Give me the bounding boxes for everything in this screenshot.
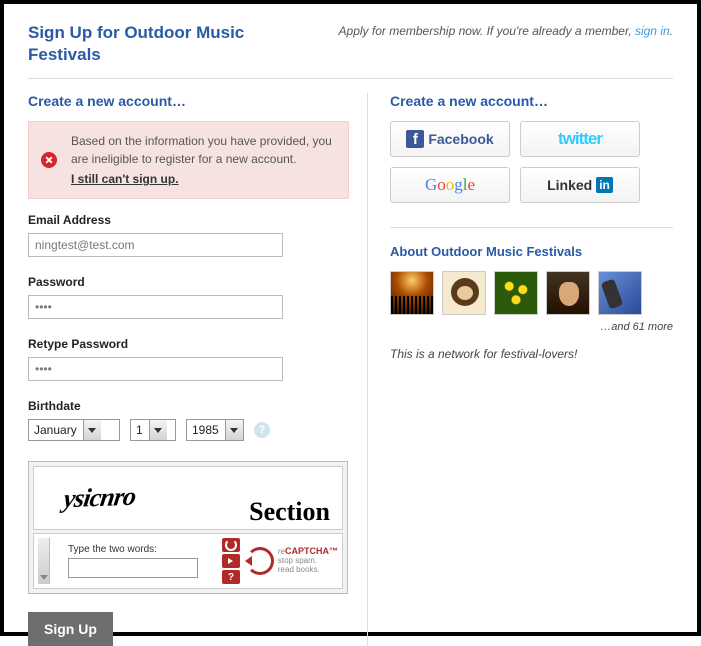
birthdate-label: Birthdate [28,399,349,413]
captcha-controls: Type the two words: reCAPTCHA™ stop spam… [33,533,343,589]
linkedin-icon: in [596,177,613,193]
apply-tail: . [670,24,673,38]
recaptcha-brand: CAPTCHA™ [285,546,338,556]
error-message-text: Based on the information you have provid… [71,132,336,168]
captcha-hint: Type the two words: [54,544,216,555]
captcha-input-area: Type the two words: [54,544,216,578]
retype-password-field[interactable] [28,357,283,381]
help-icon[interactable]: ? [254,422,270,438]
birth-day-select[interactable]: 1 [130,419,176,441]
twitter-label: twitter [558,129,602,149]
captcha-help-icon[interactable] [222,570,240,584]
password-field[interactable] [28,295,283,319]
birth-year-select[interactable]: 1985 [186,419,244,441]
birth-month-select[interactable]: January [28,419,120,441]
main-columns: Create a new account… Based on the infor… [28,93,673,646]
sign-in-link[interactable]: sign in [635,24,670,38]
header-membership-note: Apply for membership now. If you're alre… [339,24,673,38]
info-column: Create a new account… f Facebook twitter… [390,93,673,646]
birth-month-value: January [34,423,83,437]
recaptcha-logo-text: reCAPTCHA™ stop spam. read books. [278,547,338,574]
create-account-heading: Create a new account… [28,93,349,109]
error-icon [41,152,57,168]
recaptcha-ring-icon [246,547,274,575]
sign-up-button[interactable]: Sign Up [28,612,113,646]
recaptcha-prefix: re [278,547,285,556]
captcha-widget: ysicnro Section Type the two words: [28,461,348,594]
form-column: Create a new account… Based on the infor… [28,93,368,646]
captcha-image: ysicnro Section [33,466,343,530]
facebook-label: Facebook [428,131,493,147]
about-heading: About Outdoor Music Festivals [390,244,673,259]
retype-password-label: Retype Password [28,337,349,351]
error-message-box: Based on the information you have provid… [28,121,349,199]
password-label: Password [28,275,349,289]
more-members-text: …and 61 more [390,321,673,333]
captcha-drag-handle[interactable] [38,538,50,584]
captcha-input[interactable] [68,558,198,578]
facebook-icon: f [406,130,424,148]
captcha-refresh-icon[interactable] [222,538,240,552]
member-thumbnail[interactable] [390,271,434,315]
page-header: Sign Up for Outdoor Music Festivals Appl… [28,22,673,79]
member-thumbnail[interactable] [598,271,642,315]
error-help-link[interactable]: I still can't sign up. [71,170,179,188]
member-thumbnail[interactable] [442,271,486,315]
captcha-word-1: ysicnro [62,482,138,514]
birthdate-row: January 1 1985 ? [28,419,349,441]
email-label: Email Address [28,213,349,227]
linkedin-login-button[interactable]: Linked in [520,167,640,203]
social-login-grid: f Facebook twitter Google Linked in [390,121,673,203]
chevron-down-icon [149,420,167,440]
page-title: Sign Up for Outdoor Music Festivals [28,22,288,66]
recaptcha-sub2: read books. [278,566,338,575]
about-description: This is a network for festival-lovers! [390,347,673,361]
chevron-down-icon [225,420,243,440]
twitter-login-button[interactable]: twitter [520,121,640,157]
birth-day-value: 1 [136,423,149,437]
social-heading: Create a new account… [390,93,673,109]
chevron-down-icon [83,420,101,440]
captcha-word-2: Section [249,497,330,527]
captcha-icon-column [222,538,240,584]
birth-year-value: 1985 [192,423,225,437]
facebook-login-button[interactable]: f Facebook [390,121,510,157]
email-field[interactable] [28,233,283,257]
member-thumbnails [390,271,673,315]
member-thumbnail[interactable] [494,271,538,315]
captcha-audio-icon[interactable] [222,554,240,568]
linkedin-label-prefix: Linked [547,177,592,193]
divider [390,227,673,228]
google-login-button[interactable]: Google [390,167,510,203]
apply-text: Apply for membership now. If you're alre… [339,24,635,38]
recaptcha-logo: reCAPTCHA™ stop spam. read books. [246,547,338,575]
member-thumbnail[interactable] [546,271,590,315]
page-frame: Sign Up for Outdoor Music Festivals Appl… [0,0,701,636]
google-label: Google [425,175,475,195]
